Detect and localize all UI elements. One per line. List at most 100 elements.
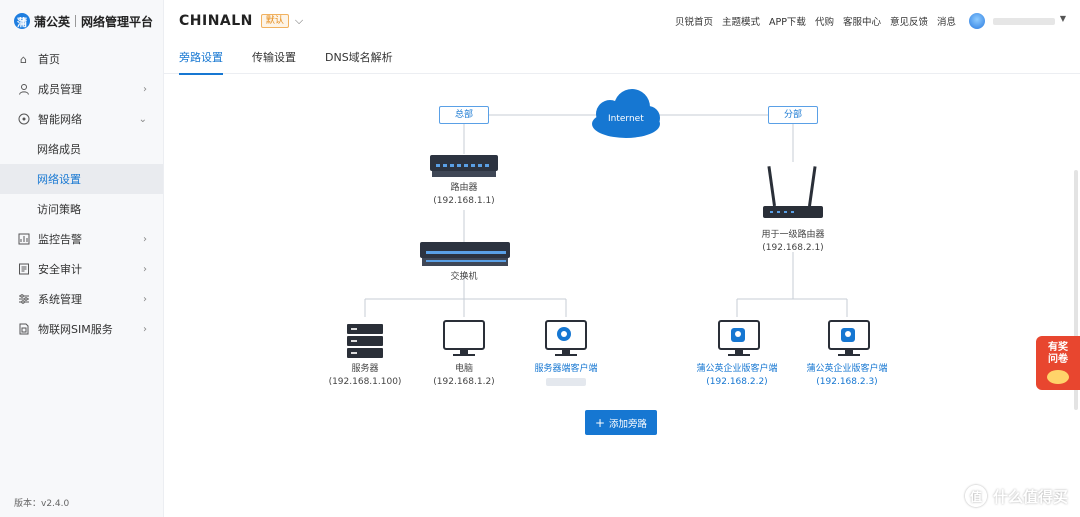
version-label: 版本：v2.4.0 <box>14 499 70 509</box>
sidebar-item-home[interactable]: ⌂ 首页 <box>0 44 163 74</box>
sidebar-menu: ⌂ 首页 成员管理 › 智能网络 ⌄ 网络成员 网络设置 访问策略 监控告警 ›… <box>0 44 163 344</box>
server-client-name: 服务器端客户端 <box>534 364 598 374</box>
link-support[interactable]: 客服中心 <box>843 14 881 28</box>
chevron-down-icon[interactable]: ⌵ <box>295 14 303 28</box>
header-links: 贝锐首页 主题模式 APP下载 代购 客服中心 意见反馈 消息 <box>666 0 956 42</box>
tab-bypass-settings[interactable]: 旁路设置 <box>179 44 223 75</box>
user-icon <box>17 83 30 96</box>
pc-node: 电脑 (192.168.1.2) <box>414 363 514 389</box>
chevron-right-icon: › <box>143 323 147 335</box>
switch-node: 交换机 <box>414 271 514 284</box>
settings-icon <box>17 293 30 306</box>
promo-line-2: 问卷 <box>1048 354 1068 365</box>
sidebar-item-monitor[interactable]: 监控告警 › <box>0 224 163 254</box>
link-feedback[interactable]: 意见反馈 <box>890 14 928 28</box>
router-ip: (192.168.1.1) <box>433 196 495 206</box>
server-node: 服务器 (192.168.1.100) <box>315 363 415 389</box>
link-app-download[interactable]: APP下载 <box>769 14 806 28</box>
client-name: 蒲公英企业版客户端 <box>696 364 778 374</box>
add-bypass-button[interactable]: + 添加旁路 <box>585 410 657 435</box>
sidebar-item-smart-network[interactable]: 智能网络 ⌄ <box>0 104 163 134</box>
sidebar-item-label: 访问策略 <box>37 203 81 216</box>
tab-transport-settings[interactable]: 传输设置 <box>252 44 296 74</box>
default-badge: 默认 <box>260 14 289 28</box>
link-messages[interactable]: 消息 <box>937 14 956 28</box>
chevron-right-icon: › <box>143 263 147 275</box>
brand[interactable]: 蒲 蒲公英 网络管理平台 <box>0 0 163 42</box>
brand-name: 蒲公英 <box>34 14 71 29</box>
server-client-ip-redacted <box>511 376 621 389</box>
chevron-right-icon: › <box>143 83 147 95</box>
sidebar-item-label: 首页 <box>38 53 60 66</box>
sidebar-item-label: 监控告警 <box>38 233 82 246</box>
server-client-node[interactable]: 服务器端客户端 <box>511 363 621 389</box>
link-purchase[interactable]: 代购 <box>815 14 834 28</box>
client-ip: (192.168.2.2) <box>706 377 768 387</box>
pc-name: 电脑 <box>454 364 473 374</box>
sidebar-item-label: 成员管理 <box>38 83 82 96</box>
pc-ip: (192.168.1.2) <box>433 377 495 387</box>
chevron-right-icon: › <box>143 233 147 245</box>
hq-label: 总部 <box>439 106 489 124</box>
branch-label: 分部 <box>768 106 818 124</box>
username-redacted[interactable] <box>993 18 1055 25</box>
caret-down-icon[interactable]: ▼ <box>1060 14 1066 23</box>
client-monitor-icon <box>828 320 870 356</box>
app-root: 蒲 蒲公英 网络管理平台 ⌂ 首页 成员管理 › 智能网络 ⌄ 网络成员 网络设… <box>0 0 1080 517</box>
branch-router-ip: (192.168.2.1) <box>762 243 824 253</box>
survey-promo[interactable]: 有奖 问卷 <box>1036 336 1080 390</box>
sidebar-item-network-members[interactable]: 网络成员 <box>0 134 163 164</box>
sidebar-item-label: 物联网SIM服务 <box>38 323 113 336</box>
home-icon: ⌂ <box>20 52 27 66</box>
network-icon <box>17 113 30 126</box>
link-theme-mode[interactable]: 主题模式 <box>722 14 760 28</box>
link-beirui-home[interactable]: 贝锐首页 <box>675 14 713 28</box>
promo-line-1: 有奖 <box>1048 342 1068 353</box>
router-icon <box>430 155 498 177</box>
sidebar-item-network-settings[interactable]: 网络设置 <box>0 164 163 194</box>
server-ip: (192.168.1.100) <box>328 377 402 387</box>
pc-monitor-icon <box>443 320 485 356</box>
tab-dns-resolution[interactable]: DNS域名解析 <box>325 44 393 74</box>
avatar[interactable] <box>969 13 985 29</box>
network-name[interactable]: CHINALN <box>179 13 253 29</box>
sidebar-item-label: 智能网络 <box>38 113 82 126</box>
gift-icon <box>1047 370 1069 384</box>
header: CHINALN 默认 ⌵ 贝锐首页 主题模式 APP下载 代购 客服中心 意见反… <box>164 0 1080 42</box>
server-client-monitor-icon <box>545 320 587 356</box>
server-icon <box>347 324 383 358</box>
watermark: 值 什么值得买 <box>964 485 1068 507</box>
sidebar-item-iot-sim[interactable]: 物联网SIM服务 › <box>0 314 163 344</box>
chevron-down-icon: ⌄ <box>138 113 147 125</box>
sidebar-item-members[interactable]: 成员管理 › <box>0 74 163 104</box>
client-name: 蒲公英企业版客户端 <box>806 364 888 374</box>
brand-subtitle: 网络管理平台 <box>81 14 154 29</box>
switch-icon <box>420 242 510 266</box>
sidebar-item-system[interactable]: 系统管理 › <box>0 284 163 314</box>
sidebar-item-label: 安全审计 <box>38 263 82 276</box>
router-node: 路由器 (192.168.1.1) <box>414 182 514 208</box>
client-node-1[interactable]: 蒲公英企业版客户端 (192.168.2.2) <box>682 363 792 389</box>
client-monitor-icon <box>718 320 760 356</box>
sidebar-item-audit[interactable]: 安全审计 › <box>0 254 163 284</box>
audit-icon <box>17 263 30 276</box>
sidebar-item-label: 网络成员 <box>37 143 81 156</box>
watermark-text: 什么值得买 <box>992 487 1068 506</box>
client-node-2[interactable]: 蒲公英企业版客户端 (192.168.2.3) <box>792 363 902 389</box>
network-diagram: Internet 总部 分部 路由器 (192.168.1.1) 交换机 服务器… <box>240 82 1020 442</box>
sidebar: 蒲 蒲公英 网络管理平台 ⌂ 首页 成员管理 › 智能网络 ⌄ 网络成员 网络设… <box>0 0 164 517</box>
sidebar-item-label: 网络设置 <box>37 173 81 186</box>
chevron-right-icon: › <box>143 293 147 305</box>
brand-logo-icon: 蒲 <box>14 13 30 29</box>
add-bypass-label: 添加旁路 <box>609 418 648 430</box>
branch-router-node: 用于一级路由器 (192.168.2.1) <box>738 229 848 255</box>
sidebar-item-label: 系统管理 <box>38 293 82 306</box>
sidebar-item-access-policy[interactable]: 访问策略 <box>0 194 163 224</box>
client-ip: (192.168.2.3) <box>816 377 878 387</box>
plus-icon: + <box>594 415 606 430</box>
server-name: 服务器 <box>351 364 379 374</box>
tab-bar: 旁路设置 传输设置 DNS域名解析 <box>164 44 1080 75</box>
watermark-logo-icon: 值 <box>964 485 987 507</box>
internet-label: Internet <box>608 114 644 124</box>
sim-icon <box>17 323 30 336</box>
